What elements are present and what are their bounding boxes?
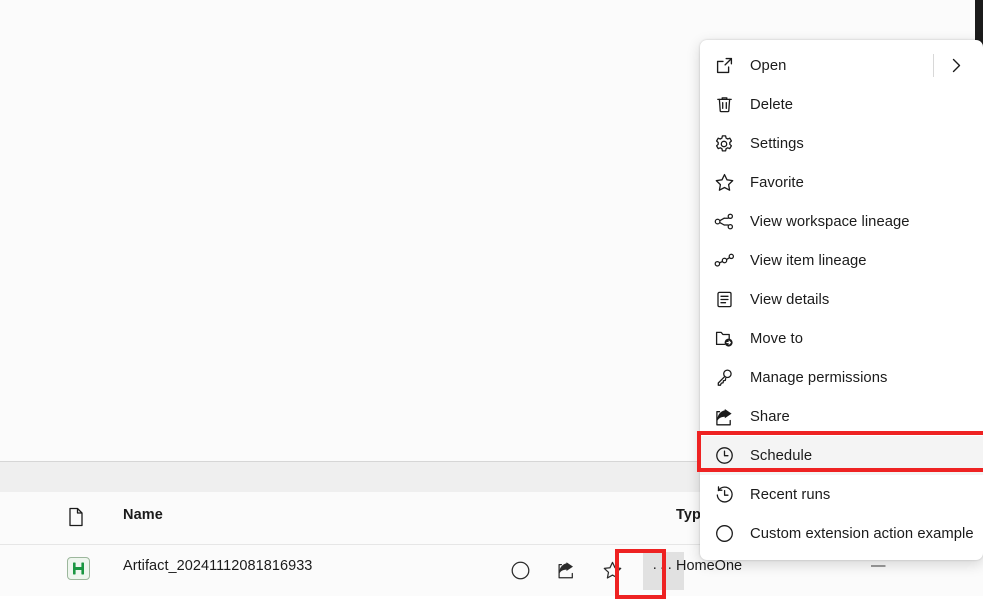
menu-item-label: Open: [750, 57, 787, 74]
menu-item-label: Share: [750, 408, 790, 425]
menu-item-share[interactable]: Share: [700, 397, 983, 436]
menu-item-manage-permissions[interactable]: Manage permissions: [700, 358, 983, 397]
green-report-icon: [66, 556, 91, 581]
column-header-name[interactable]: Name: [123, 507, 163, 523]
menu-item-delete[interactable]: Delete: [700, 85, 983, 124]
menu-item-label: View details: [750, 291, 830, 308]
column-header-type[interactable]: Typ: [676, 507, 701, 523]
star-icon[interactable]: [597, 556, 627, 586]
menu-item-view-item-lineage[interactable]: View item lineage: [700, 241, 983, 280]
menu-item-label: View item lineage: [750, 252, 867, 269]
menu-item-label: Favorite: [750, 174, 804, 191]
menu-item-view-details[interactable]: View details: [700, 280, 983, 319]
menu-item-label: Settings: [750, 135, 804, 152]
submenu-divider: [933, 54, 934, 77]
menu-item-label: View workspace lineage: [750, 213, 910, 230]
menu-item-schedule[interactable]: Schedule: [700, 436, 983, 475]
menu-item-recent-runs[interactable]: Recent runs: [700, 475, 983, 514]
details-document-icon: [709, 289, 739, 311]
workspace-lineage-icon: [709, 211, 739, 233]
row-workspace: HomeOne: [676, 558, 743, 574]
circle-icon: [709, 523, 739, 545]
menu-item-label: Move to: [750, 330, 803, 347]
trash-icon: [709, 94, 739, 116]
share-icon[interactable]: [551, 556, 581, 586]
circle-icon[interactable]: [505, 556, 535, 586]
row-action-group: ···: [505, 545, 684, 596]
key-icon: [709, 367, 739, 389]
item-lineage-icon: [709, 250, 739, 272]
menu-item-label: Manage permissions: [750, 369, 888, 386]
more-options-label: ···: [652, 559, 675, 576]
star-icon: [709, 172, 739, 194]
chevron-right-icon[interactable]: [943, 46, 969, 85]
row-item-name[interactable]: Artifact_20241112081816933: [123, 558, 312, 574]
context-menu: Open Delete Settings Favorite View works…: [700, 40, 983, 560]
open-external-icon: [709, 55, 739, 77]
move-to-folder-icon: [709, 328, 739, 350]
menu-item-label: Recent runs: [750, 486, 831, 503]
menu-item-label: Custom extension action example: [750, 525, 974, 542]
document-icon: [68, 507, 90, 529]
menu-item-settings[interactable]: Settings: [700, 124, 983, 163]
clock-icon: [709, 445, 739, 467]
menu-item-move-to[interactable]: Move to: [700, 319, 983, 358]
menu-item-favorite[interactable]: Favorite: [700, 163, 983, 202]
app-canvas: Name Typ Artifact_20241112081816933 ··· …: [0, 0, 983, 599]
menu-item-custom-extension-action-example[interactable]: Custom extension action example: [700, 514, 983, 553]
menu-item-label: Delete: [750, 96, 794, 113]
menu-item-label: Schedule: [750, 447, 813, 464]
menu-item-view-workspace-lineage[interactable]: View workspace lineage: [700, 202, 983, 241]
gear-icon: [709, 133, 739, 155]
menu-item-open[interactable]: Open: [700, 46, 983, 85]
row-refreshed-value: —: [871, 558, 886, 574]
share-icon: [709, 406, 739, 428]
history-icon: [709, 484, 739, 506]
